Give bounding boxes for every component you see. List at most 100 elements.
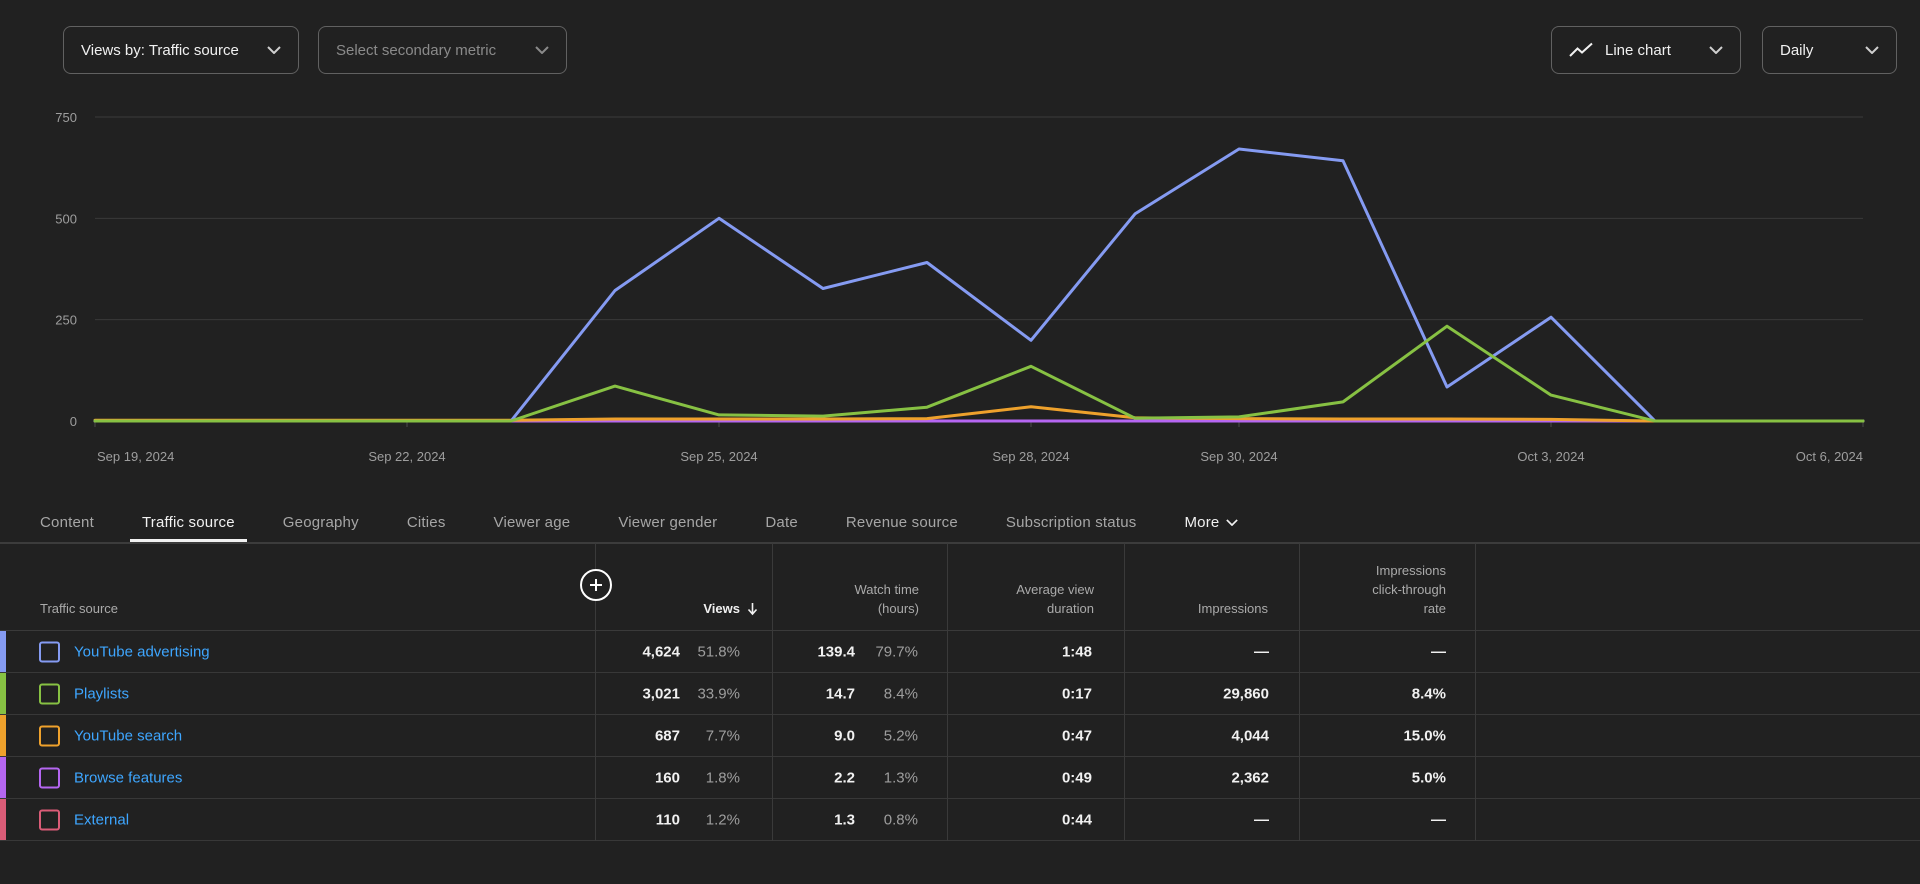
svg-text:Sep 30, 2024: Sep 30, 2024 — [1200, 449, 1277, 464]
tab-label: Subscription status — [1005, 513, 1137, 531]
chart-type-dropdown[interactable]: Line chart — [1551, 26, 1741, 74]
svg-text:750: 750 — [55, 110, 77, 125]
tab-label: More — [1184, 513, 1220, 531]
traffic-source-link[interactable]: YouTube search — [74, 727, 182, 744]
row-checkbox[interactable] — [39, 725, 60, 746]
views-header-label: Views — [703, 601, 740, 616]
svg-text:Oct 6, 2024: Oct 6, 2024 — [1796, 449, 1863, 464]
tab-label: Cities — [406, 513, 446, 531]
traffic-source-link[interactable]: Playlists — [74, 685, 129, 702]
impressions-value: — — [1254, 811, 1269, 828]
column-header-views[interactable]: Views — [598, 599, 758, 618]
primary-metric-dropdown[interactable]: Views by: Traffic source — [63, 26, 299, 74]
tab-more[interactable]: More — [1160, 502, 1262, 542]
primary-metric-label: Views by: Traffic source — [81, 41, 239, 59]
average-view-duration-value: 1:48 — [1061, 643, 1092, 660]
tab-content[interactable]: Content — [16, 502, 118, 542]
column-header-impressions-ctr[interactable]: Impressions click-through rate — [1300, 561, 1446, 618]
column-header-average-view-duration[interactable]: Average view duration — [950, 580, 1094, 618]
tab-label: Viewer gender — [618, 513, 718, 531]
series-color-bar — [0, 715, 6, 756]
traffic-source-link[interactable]: Browse features — [74, 769, 182, 786]
row-checkbox[interactable] — [39, 767, 60, 788]
table-row-external[interactable]: External 110 1.2% 1.3 0.8% 0:44— — — [0, 799, 1920, 841]
series-color-bar — [0, 673, 6, 714]
impressions-value: 4,044 — [1231, 727, 1269, 744]
chevron-down-icon — [1709, 46, 1723, 54]
series-color-bar — [0, 631, 6, 672]
impressions-ctr-value: — — [1431, 643, 1446, 660]
impressions-ctr-value: 5.0% — [1411, 769, 1446, 786]
watch-time-share: 8.4% — [883, 685, 918, 702]
column-divider — [1124, 543, 1125, 841]
series-color-bar — [0, 757, 6, 798]
row-checkbox[interactable] — [39, 683, 60, 704]
tab-label: Traffic source — [141, 513, 235, 531]
watch-time-share: 79.7% — [875, 643, 918, 660]
sort-descending-icon — [747, 603, 758, 616]
tab-label: Revenue source — [845, 513, 958, 531]
column-divider — [1475, 543, 1476, 841]
table-row-browse-features[interactable]: Browse features 160 1.8% 2.2 1.3% 0:49 2,362 5.… — [0, 757, 1920, 799]
svg-text:Sep 19, 2024: Sep 19, 2024 — [97, 449, 174, 464]
table-row-youtube-advertising[interactable]: YouTube advertising 4,624 51.8% 139.4 79.7% 1… — [0, 631, 1920, 673]
watch-time-share: 5.2% — [883, 727, 918, 744]
column-header-impressions[interactable]: Impressions — [1130, 599, 1268, 618]
tab-geography[interactable]: Geography — [259, 502, 383, 542]
column-header-traffic-source[interactable]: Traffic source — [40, 599, 118, 618]
row-checkbox[interactable] — [39, 809, 60, 830]
impressions-value: — — [1254, 643, 1269, 660]
svg-text:0: 0 — [70, 414, 77, 429]
average-view-duration-value: 0:47 — [1061, 727, 1092, 744]
tab-traffic-source[interactable]: Traffic source — [118, 502, 259, 542]
impressions-value: 29,860 — [1223, 685, 1269, 702]
table-row-playlists[interactable]: Playlists 3,021 33.9% 14.7 8.4% 0:17 29,860 8.4… — [0, 673, 1920, 715]
tab-subscription-status[interactable]: Subscription status — [982, 502, 1161, 542]
tab-viewer-age[interactable]: Viewer age — [470, 502, 595, 542]
tab-viewer-gender[interactable]: Viewer gender — [594, 502, 741, 542]
row-checkbox[interactable] — [39, 641, 60, 662]
secondary-metric-dropdown[interactable]: Select secondary metric — [318, 26, 567, 74]
average-view-duration-value: 0:44 — [1061, 811, 1092, 828]
tab-label: Geography — [282, 513, 359, 531]
watch-time-share: 1.3% — [883, 769, 918, 786]
average-view-duration-value: 0:49 — [1061, 769, 1092, 786]
line-chart-icon — [1569, 42, 1593, 57]
traffic-source-link[interactable]: External — [74, 811, 129, 828]
average-view-duration-value: 0:17 — [1061, 685, 1092, 702]
table-header: Traffic source Views Watch time (hours) … — [0, 543, 1920, 631]
svg-text:Sep 25, 2024: Sep 25, 2024 — [680, 449, 757, 464]
add-metric-button[interactable] — [580, 569, 612, 601]
tab-date[interactable]: Date — [741, 502, 822, 542]
column-divider — [1299, 543, 1300, 841]
table-row-youtube-search[interactable]: YouTube search 687 7.7% 9.0 5.2% 0:47 4,044 15.… — [0, 715, 1920, 757]
watch-time-share: 0.8% — [883, 811, 918, 828]
column-divider — [772, 543, 773, 841]
traffic-source-link[interactable]: YouTube advertising — [74, 643, 210, 660]
svg-text:Oct 3, 2024: Oct 3, 2024 — [1517, 449, 1584, 464]
tab-label: Viewer age — [493, 513, 571, 531]
plus-icon — [590, 579, 602, 591]
chevron-down-icon — [267, 46, 281, 54]
dimension-tabs: Content Traffic source Geography Cities View… — [0, 502, 1920, 543]
svg-text:250: 250 — [55, 313, 77, 328]
tab-cities[interactable]: Cities — [383, 502, 470, 542]
impressions-ctr-value: 15.0% — [1403, 727, 1446, 744]
svg-text:Sep 28, 2024: Sep 28, 2024 — [992, 449, 1069, 464]
secondary-metric-placeholder: Select secondary metric — [336, 41, 497, 59]
svg-text:500: 500 — [55, 211, 77, 226]
interval-label: Daily — [1780, 41, 1814, 59]
tab-revenue-source[interactable]: Revenue source — [822, 502, 982, 542]
tab-label: Content — [40, 513, 94, 531]
chevron-down-icon — [535, 46, 549, 54]
svg-text:Sep 22, 2024: Sep 22, 2024 — [368, 449, 445, 464]
column-divider — [947, 543, 948, 841]
impressions-ctr-value: 8.4% — [1411, 685, 1446, 702]
column-header-watch-time[interactable]: Watch time (hours) — [760, 580, 919, 618]
interval-dropdown[interactable]: Daily — [1762, 26, 1897, 74]
table-body: YouTube advertising 4,624 51.8% 139.4 79.7% 1… — [0, 631, 1920, 841]
tab-label: Date — [765, 513, 798, 531]
series-color-bar — [0, 799, 6, 840]
chevron-down-icon — [1226, 518, 1239, 526]
impressions-value: 2,362 — [1231, 769, 1269, 786]
